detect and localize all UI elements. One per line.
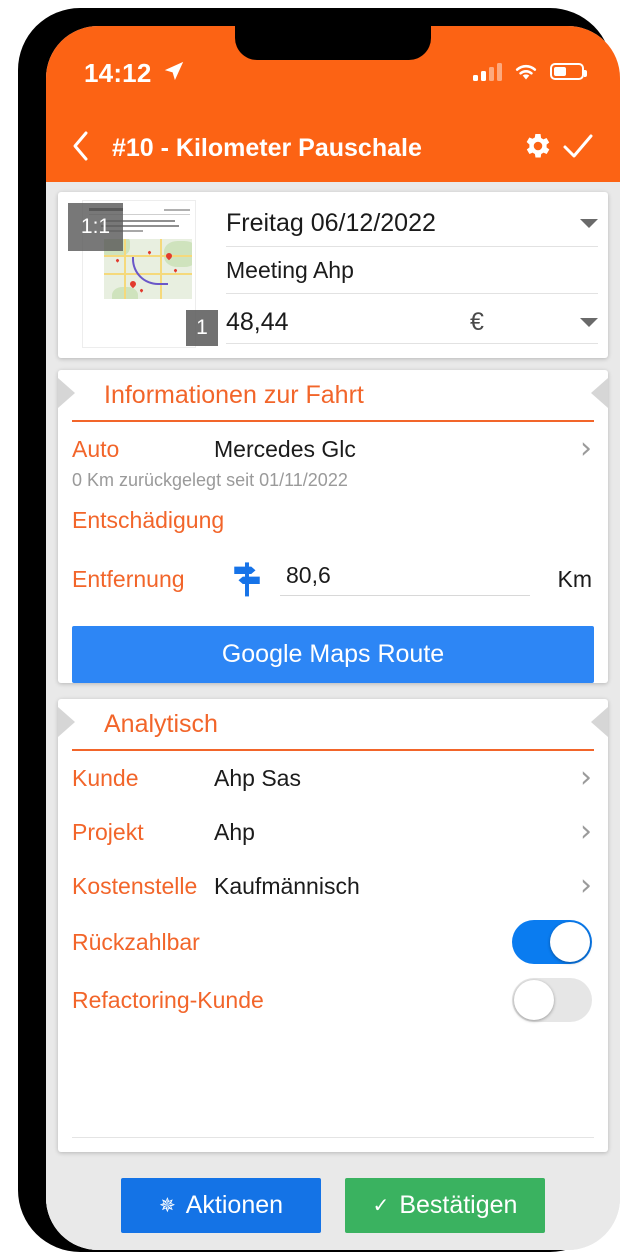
distance-label: Entfernung — [72, 565, 185, 592]
triangle-right-icon — [591, 707, 608, 737]
card-empty-space — [58, 1029, 608, 1137]
signpost-icon — [234, 561, 260, 596]
compensation-label: Entschädigung — [72, 507, 225, 533]
triangle-left-icon — [58, 707, 75, 737]
confirm-header-button[interactable] — [558, 131, 598, 166]
ratio-badge: 1:1 — [68, 203, 123, 251]
check-icon: ✓ — [372, 1193, 390, 1217]
list-item[interactable]: Kunde Ahp Sas › — [58, 751, 608, 805]
gear-icon: ✵ — [158, 1193, 176, 1217]
status-bar: 14:12 — [46, 26, 620, 114]
check-icon — [563, 134, 593, 157]
cost-center-value: Kaufmännisch — [214, 872, 360, 899]
chevron-down-icon[interactable] — [580, 318, 598, 327]
location-arrow-icon — [164, 61, 184, 81]
car-row[interactable]: Auto Mercedes Glc › — [58, 422, 608, 476]
reimbursable-label: Rückzahlbar — [72, 928, 200, 955]
distance-row[interactable]: Entfernung 80,6 Km — [58, 548, 608, 610]
refactoring-toggle[interactable] — [512, 978, 592, 1022]
customer-value: Ahp Sas — [214, 764, 301, 791]
actions-button[interactable]: ✵ Aktionen — [121, 1177, 321, 1233]
date-value: Freitag 06/12/2022 — [226, 208, 436, 237]
wifi-icon — [515, 64, 537, 80]
analytics-section-title: Analytisch — [104, 709, 218, 738]
cost-center-label: Kostenstelle — [72, 872, 198, 899]
chevron-right-icon[interactable]: › — [580, 763, 592, 793]
description-field[interactable]: Meeting Ahp — [226, 247, 598, 294]
status-indicators — [473, 62, 587, 81]
phone-screen: 14:12 #10 - Kilometer Pauschale 1:1 1 Fr… — [46, 26, 620, 1250]
car-value: Mercedes Glc — [214, 435, 356, 462]
customer-label: Kunde — [72, 764, 139, 791]
distance-input[interactable]: 80,6 — [280, 562, 530, 596]
gear-icon — [526, 133, 550, 157]
refactoring-row: Refactoring-Kunde — [58, 971, 608, 1029]
actions-label: Aktionen — [185, 1190, 284, 1219]
analytics-card: Analytisch Kunde Ahp Sas › Projekt Ahp › — [58, 699, 608, 1152]
trip-section-header: Informationen zur Fahrt — [58, 370, 608, 422]
odometer-note: 0 Km zurückgelegt seit 01/11/2022 — [72, 470, 348, 490]
expense-header-card: 1:1 1 Freitag 06/12/2022 Meeting Ahp 48,… — [58, 192, 608, 358]
list-item[interactable]: Kostenstelle Kaufmännisch › — [58, 859, 608, 913]
project-value: Ahp — [214, 818, 255, 845]
page-count-badge: 1 — [186, 310, 218, 346]
trip-section-title: Informationen zur Fahrt — [104, 380, 364, 409]
notch — [235, 26, 431, 60]
description-value: Meeting Ahp — [226, 256, 354, 283]
reimbursable-toggle[interactable] — [512, 920, 592, 964]
project-label: Projekt — [72, 818, 144, 845]
trip-info-card: Informationen zur Fahrt Auto Mercedes Gl… — [58, 370, 608, 683]
amount-value: 48,44 — [226, 308, 289, 336]
currency-field[interactable]: € — [470, 308, 598, 344]
settings-button[interactable] — [518, 130, 558, 167]
distance-unit: Km — [557, 565, 593, 592]
chevron-right-icon[interactable]: › — [580, 434, 592, 464]
chevron-right-icon[interactable]: › — [580, 871, 592, 901]
currency-value: € — [470, 308, 484, 336]
confirm-label: Bestätigen — [399, 1190, 518, 1219]
list-item[interactable]: Projekt Ahp › — [58, 805, 608, 859]
back-button[interactable] — [70, 130, 104, 167]
analytics-section-header: Analytisch — [58, 699, 608, 751]
confirm-button[interactable]: ✓ Bestätigen — [345, 1177, 545, 1233]
app-bar: #10 - Kilometer Pauschale — [46, 114, 620, 182]
status-time: 14:12 — [84, 58, 152, 88]
battery-icon — [550, 63, 587, 80]
chevron-down-icon[interactable] — [580, 218, 598, 228]
receipt-thumbnail[interactable]: 1:1 1 — [68, 200, 218, 348]
refactoring-label: Refactoring-Kunde — [72, 986, 264, 1013]
triangle-left-icon — [58, 378, 75, 408]
google-maps-route-button[interactable]: Google Maps Route — [72, 626, 594, 683]
triangle-right-icon — [591, 378, 608, 408]
date-field[interactable]: Freitag 06/12/2022 — [226, 200, 598, 247]
amount-row: 48,44 € — [226, 294, 598, 344]
scroll-content[interactable]: 1:1 1 Freitag 06/12/2022 Meeting Ahp 48,… — [46, 182, 620, 1250]
car-label: Auto — [72, 435, 120, 462]
footer-actions: ✵ Aktionen ✓ Bestätigen — [46, 1160, 620, 1250]
page-title: #10 - Kilometer Pauschale — [112, 133, 422, 162]
phone-frame: 14:12 #10 - Kilometer Pauschale 1:1 1 Fr… — [18, 8, 620, 1252]
cellular-bars-icon — [473, 62, 502, 81]
amount-field[interactable]: 48,44 — [226, 308, 470, 344]
reimbursable-row: Rückzahlbar — [58, 913, 608, 971]
chevron-right-icon[interactable]: › — [580, 817, 592, 847]
